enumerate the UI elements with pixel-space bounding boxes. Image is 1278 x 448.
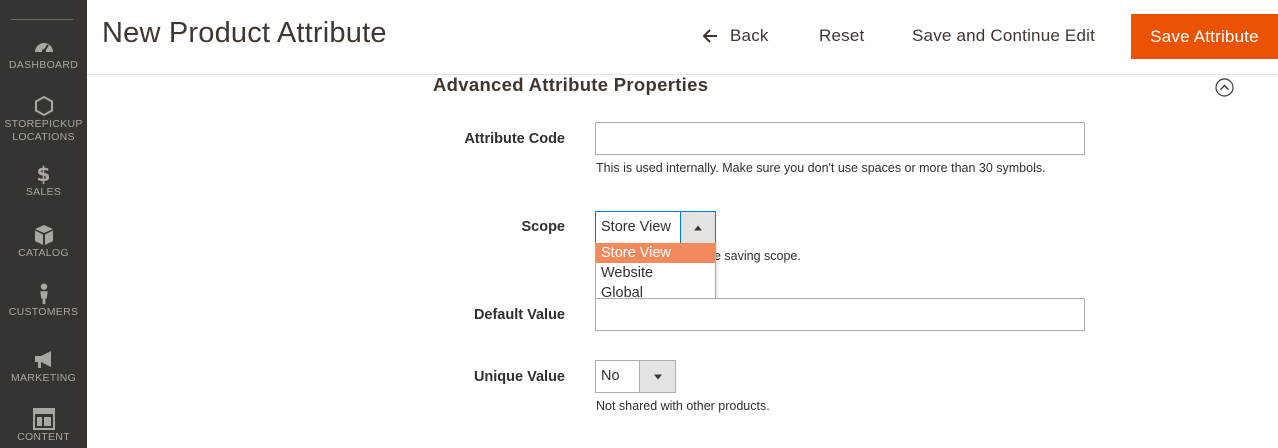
back-button-label: Back [730,26,769,45]
sidebar-item-label: CATALOG [18,247,69,259]
catalog-box-icon [34,225,53,245]
sidebar-item-label: LOCATIONS [12,131,75,143]
sidebar-item-dashboard[interactable]: DASHBOARD [0,36,87,72]
scope-select[interactable]: Store View [595,211,716,244]
unique-value-select-toggle[interactable] [639,361,675,392]
scope-option-website[interactable]: Website [596,263,715,283]
sidebar-item-content[interactable]: CONTENT [0,408,87,444]
scope-note: e saving scope. [714,249,801,263]
unique-value-select-value: No [601,368,620,384]
megaphone-icon [34,351,51,368]
sidebar-item-customers[interactable]: CUSTOMERS [0,283,87,319]
dashboard-icon [34,43,53,53]
sidebar-item-catalog[interactable]: CATALOG [0,224,87,260]
page-title: New Product Attribute [102,17,387,49]
unique-value-select[interactable]: No [595,360,676,393]
sidebar-item-label: CONTENT [17,431,70,443]
sidebar-item-sales[interactable]: $ SALES [0,163,87,199]
chevron-down-icon [653,374,662,379]
arrow-left-icon [702,29,717,43]
attribute-code-input[interactable] [595,122,1085,155]
reset-button[interactable]: Reset [819,26,864,46]
back-button[interactable]: Back [702,26,769,46]
scope-select-value: Store View [601,219,671,235]
scope-label: Scope [521,219,565,235]
collapse-icon[interactable] [1215,78,1234,97]
admin-sidebar: DASHBOARD STOREPICKUP LOCATIONS $ SALES … [0,0,87,448]
scope-option-store-view[interactable]: Store View [596,243,715,263]
unique-value-note: Not shared with other products. [596,399,770,413]
attribute-code-note: This is used internally. Make sure you d… [596,161,1046,175]
sidebar-item-label: MARKETING [10,372,77,384]
section-title: Advanced Attribute Properties [433,74,709,95]
attribute-code-label: Attribute Code [464,131,565,147]
sidebar-item-label: DASHBOARD [8,59,79,71]
page-header: New Product Attribute Back Reset Save an… [87,0,1278,75]
hexagon-icon [34,95,53,117]
save-and-continue-button[interactable]: Save and Continue Edit [912,26,1095,46]
default-value-label: Default Value [473,307,565,323]
scope-select-toggle[interactable] [680,212,715,243]
sidebar-item-label: SALES [25,186,62,198]
sidebar-item-marketing[interactable]: MARKETING [0,349,87,385]
sidebar-item-label: STOREPICKUP [4,118,83,130]
sidebar-item-storepickup-locations[interactable]: STOREPICKUP LOCATIONS [0,95,87,144]
default-value-input[interactable] [595,298,1085,331]
sidebar-divider [11,19,73,20]
sidebar-item-label: CUSTOMERS [8,306,79,318]
chevron-up-icon [694,225,702,230]
dollar-icon: $ [36,162,51,186]
content-layout-icon [32,408,55,430]
customer-person-icon [39,283,48,305]
save-attribute-button[interactable]: Save Attribute [1131,14,1278,59]
unique-value-label: Unique Value [473,369,565,385]
scope-dropdown-list: Store View Website Global [595,243,716,304]
